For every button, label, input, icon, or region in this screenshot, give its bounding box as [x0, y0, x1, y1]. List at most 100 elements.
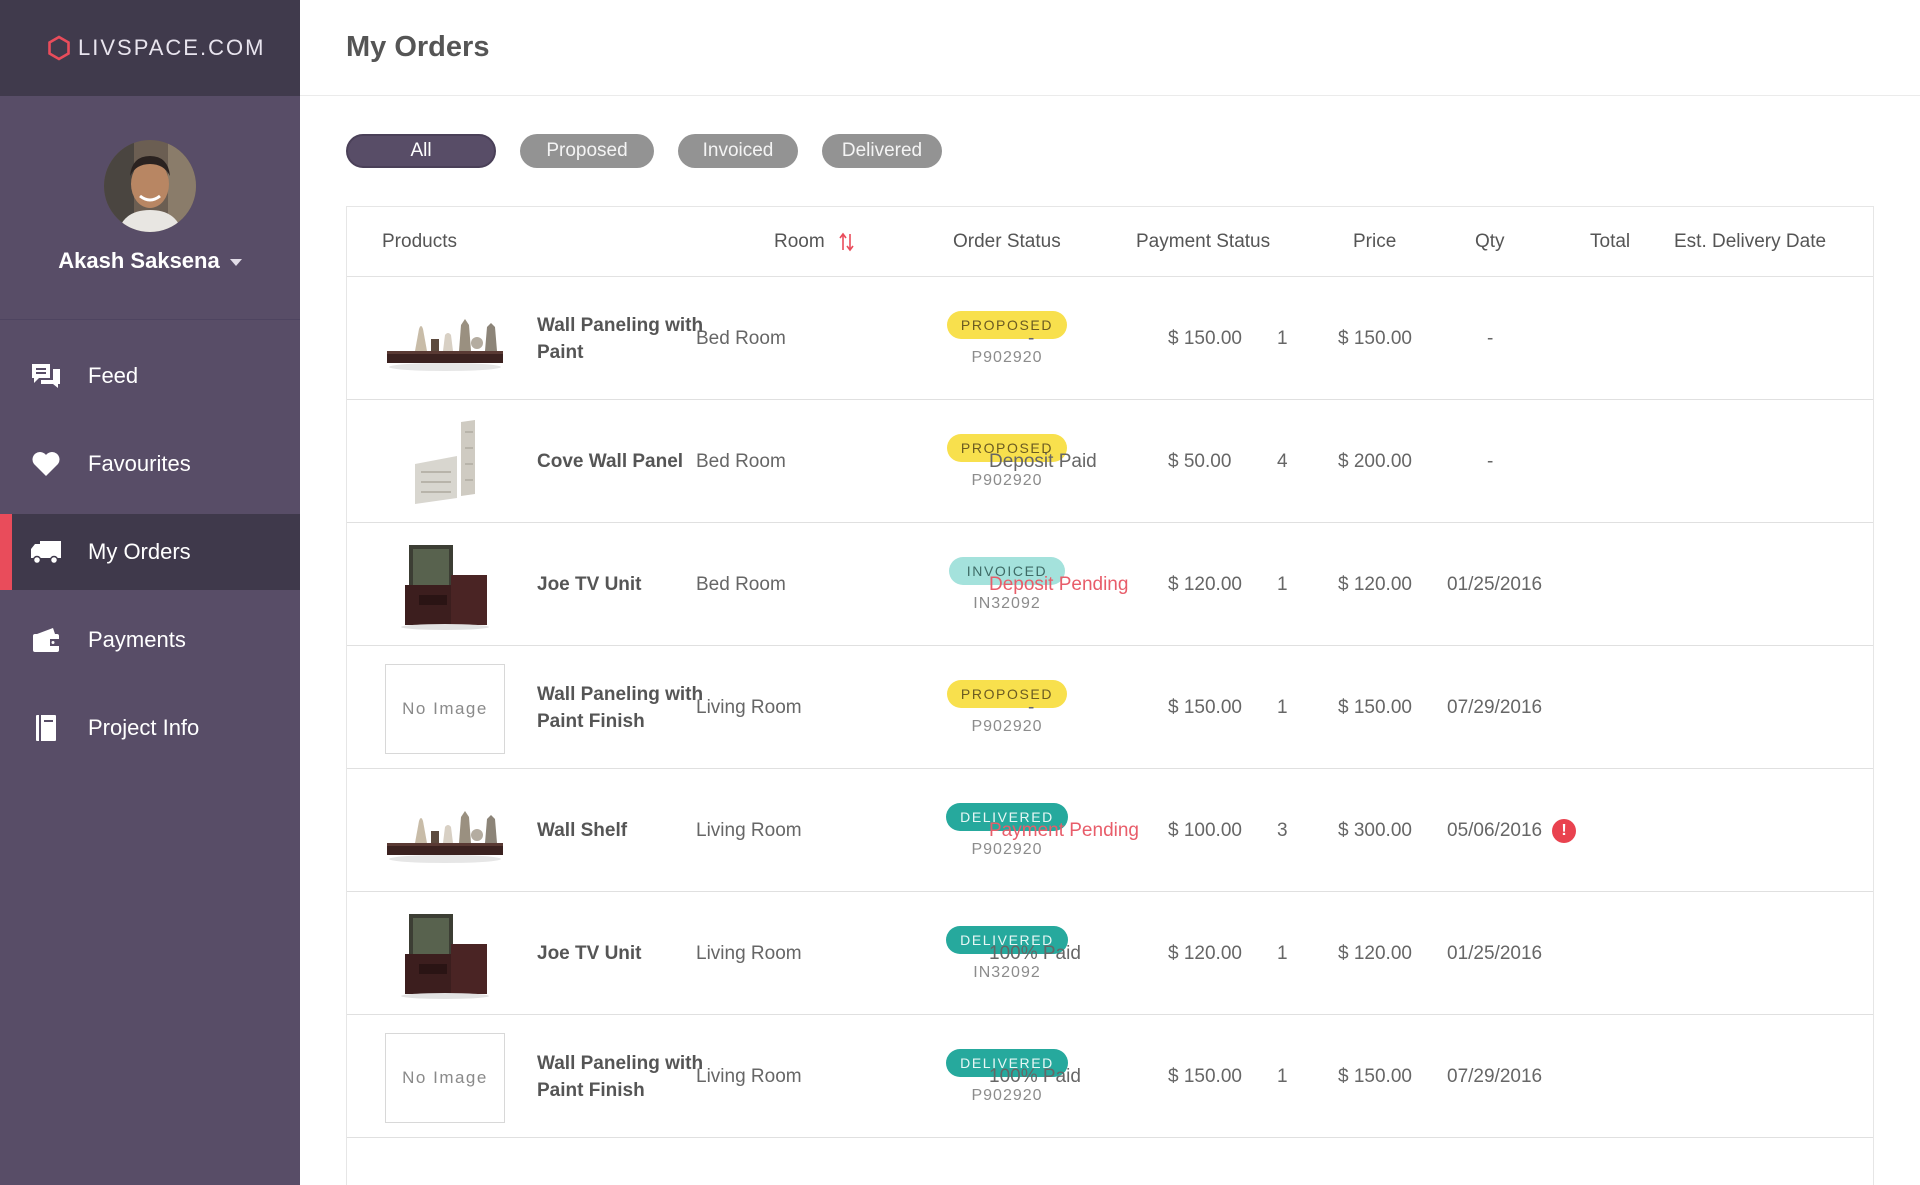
delivery-date-cell: - [1487, 277, 1493, 400]
order-status-cell: PROPOSED P902920 [946, 646, 1068, 769]
sidebar-item-label: My Orders [88, 539, 191, 564]
delivery-date: 07/29/2016 [1447, 696, 1543, 718]
column-header-total: Total [1590, 231, 1631, 252]
brand-name[interactable]: LIVSPACE.COM [78, 35, 265, 61]
truck-icon [30, 536, 62, 568]
table-row[interactable]: Wall Shelf Living Room DELIVERED P902920… [347, 769, 1873, 892]
payment-status-cell: 100% Paid [989, 1065, 1081, 1087]
status-badge: PROPOSED [946, 310, 1068, 339]
room-cell: Bed Room [696, 450, 786, 472]
product-thumbnail[interactable] [385, 787, 505, 877]
wallet-icon [30, 624, 62, 656]
delivery-date: 01/25/2016 [1447, 573, 1543, 595]
no-image-placeholder: No Image [385, 664, 505, 754]
page-header: My Orders [300, 0, 1920, 96]
room-cell: Living Room [696, 696, 802, 718]
filter-all[interactable]: All [346, 134, 496, 168]
price-cell: $ 120.00 [1168, 942, 1242, 964]
price-cell: $ 150.00 [1168, 1065, 1242, 1087]
delivery-date-cell: 01/25/2016 [1447, 892, 1542, 1015]
price-cell: $ 120.00 [1168, 573, 1242, 595]
total-cell: $ 150.00 [1338, 327, 1412, 349]
filter-delivered[interactable]: Delivered [822, 134, 942, 168]
product-thumbnail[interactable]: No Image [385, 664, 505, 754]
sidebar-item-payments[interactable]: Payments [0, 602, 300, 678]
column-header-payment-status: Payment Status [1136, 231, 1271, 252]
price-cell: $ 150.00 [1168, 696, 1242, 718]
payment-status-cell: Deposit Paid [989, 450, 1097, 472]
sidebar-item-feed[interactable]: Feed [0, 338, 300, 414]
column-header-order-status: Order Status [953, 231, 1061, 252]
product-thumbnail[interactable] [385, 541, 505, 631]
delivery-date: - [1487, 327, 1494, 349]
payment-status-cell: Payment Pending [989, 819, 1139, 841]
chevron-down-icon[interactable] [229, 259, 242, 266]
delivery-date: 05/06/2016 [1447, 819, 1543, 841]
price-cell: $ 50.00 [1168, 450, 1232, 472]
product-image [387, 811, 503, 863]
filter-bar: All Proposed Invoiced Delivered [346, 134, 942, 168]
column-header-qty: Qty [1475, 231, 1505, 252]
chat-icon [30, 360, 62, 392]
main-content: My Orders All Proposed Invoiced Delivere… [300, 0, 1920, 1185]
table-body: Wall Paneling with Paint Bed Room PROPOS… [347, 277, 1873, 1138]
product-image [387, 319, 503, 371]
payment-status-cell: - [1028, 696, 1035, 718]
qty-cell: 3 [1277, 819, 1288, 841]
product-image [401, 914, 489, 999]
user-menu[interactable]: Akash Saksena [58, 248, 242, 274]
user-name[interactable]: Akash Saksena [58, 248, 219, 274]
table-row[interactable]: Cove Wall Panel Bed Room PROPOSED P90292… [347, 400, 1873, 523]
qty-cell: 1 [1277, 573, 1288, 595]
sidebar-item-project-info[interactable]: Project Info [0, 690, 300, 766]
page-title: My Orders [346, 31, 490, 63]
delivery-date: 07/29/2016 [1447, 1065, 1543, 1087]
column-header-price: Price [1353, 231, 1397, 252]
product-thumbnail[interactable] [385, 418, 505, 508]
product-thumbnail[interactable] [385, 910, 505, 1000]
room-cell: Living Room [696, 942, 802, 964]
book-icon [30, 712, 62, 744]
alert-icon[interactable]: ! [1552, 818, 1577, 843]
table-header: Products Room Order Status Payment Statu… [347, 207, 1873, 277]
payment-status-cell: Deposit Pending [989, 573, 1129, 595]
payment-status-cell: 100% Paid [989, 942, 1081, 964]
column-header-label: Room [774, 231, 825, 252]
total-cell: $ 150.00 [1338, 1065, 1412, 1087]
total-cell: $ 300.00 [1338, 819, 1412, 841]
sidebar: LIVSPACE.COM Akash Saksena Feed Favourit… [0, 0, 300, 1185]
delivery-date-cell: 01/25/2016 [1447, 523, 1542, 646]
qty-cell: 1 [1277, 1065, 1288, 1087]
sidebar-item-favourites[interactable]: Favourites [0, 426, 300, 502]
avatar[interactable] [104, 140, 196, 232]
sidebar-item-label: Project Info [88, 715, 200, 740]
room-cell: Bed Room [696, 573, 786, 595]
delivery-date: 01/25/2016 [1447, 942, 1543, 964]
user-profile: Akash Saksena [0, 96, 300, 320]
delivery-date: - [1487, 450, 1494, 472]
no-image-placeholder: No Image [385, 1033, 505, 1123]
table-row[interactable]: Joe TV Unit Bed Room INVOICED IN32092 De… [347, 523, 1873, 646]
table-row[interactable]: No Image Wall Paneling with Paint Finish… [347, 1015, 1873, 1138]
product-thumbnail[interactable]: No Image [385, 1033, 505, 1123]
livspace-logo-icon[interactable] [46, 35, 72, 61]
filter-invoiced[interactable]: Invoiced [678, 134, 798, 168]
table-row[interactable]: Wall Paneling with Paint Bed Room PROPOS… [347, 277, 1873, 400]
table-row[interactable]: Joe TV Unit Living Room DELIVERED IN3209… [347, 892, 1873, 1015]
delivery-date-cell: 07/29/2016 [1447, 1015, 1542, 1138]
qty-cell: 1 [1277, 327, 1288, 349]
sort-icon[interactable] [839, 232, 855, 252]
column-header-products: Products [382, 231, 457, 252]
product-image [415, 420, 475, 504]
table-row[interactable]: No Image Wall Paneling with Paint Finish… [347, 646, 1873, 769]
heart-icon [30, 448, 62, 480]
filter-proposed[interactable]: Proposed [520, 134, 654, 168]
status-badge: PROPOSED [946, 679, 1068, 708]
column-header-room[interactable]: Room [774, 207, 855, 277]
sidebar-item-label: Favourites [88, 451, 191, 476]
sidebar-item-my-orders[interactable]: My Orders [0, 514, 300, 590]
total-cell: $ 120.00 [1338, 942, 1412, 964]
product-thumbnail[interactable] [385, 295, 505, 385]
total-cell: $ 120.00 [1338, 573, 1412, 595]
qty-cell: 4 [1277, 450, 1288, 472]
